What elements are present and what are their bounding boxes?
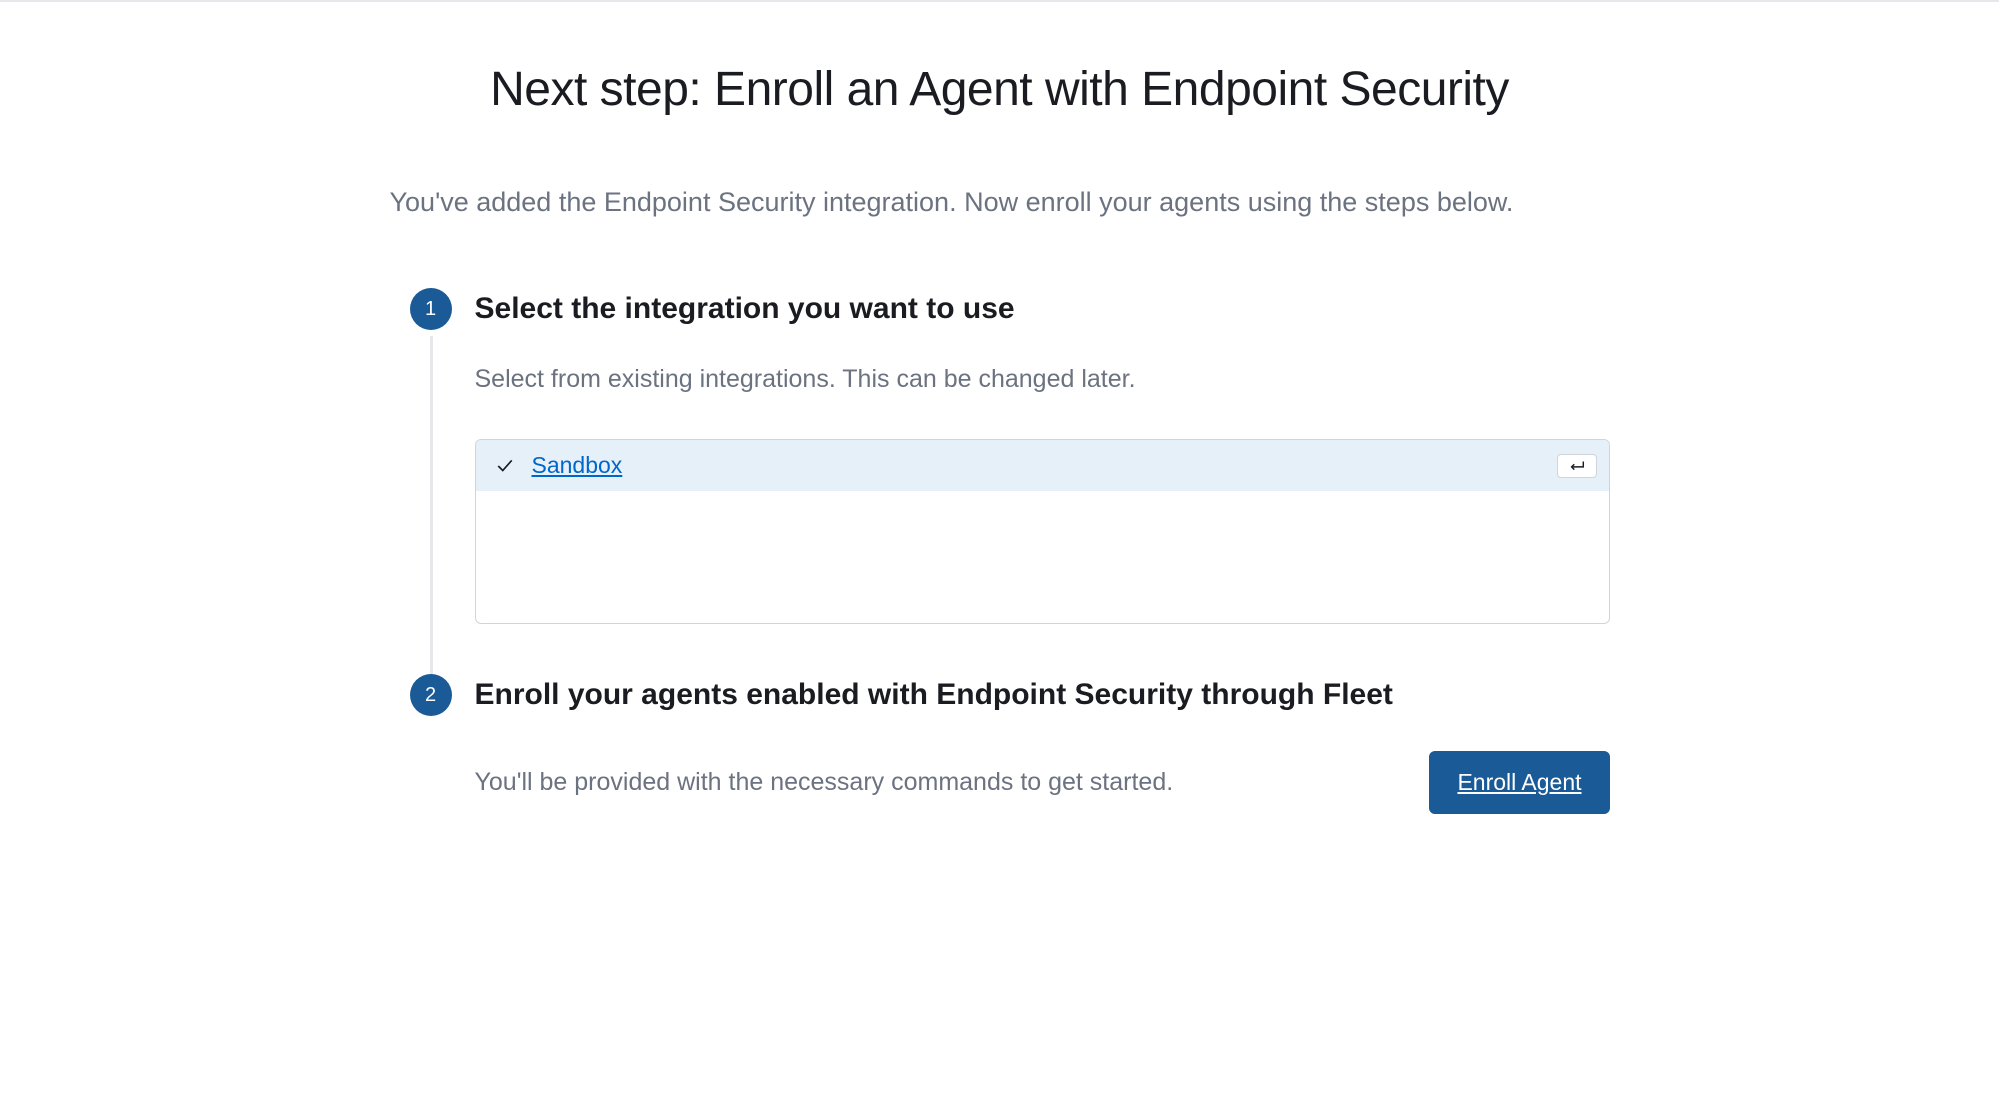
step-1: 1 Select the integration you want to use… [410, 288, 1610, 624]
step-1-description: Select from existing integrations. This … [475, 365, 1610, 394]
step-2: 2 Enroll your agents enabled with Endpoi… [410, 674, 1610, 814]
step-connector-line [430, 336, 433, 682]
enter-key-icon [1557, 454, 1597, 478]
step-1-title: Select the integration you want to use [475, 288, 1610, 330]
page-subtitle: You've added the Endpoint Security integ… [390, 187, 1610, 218]
step-1-number-badge: 1 [410, 288, 452, 330]
step-2-number-badge: 2 [410, 674, 452, 716]
main-container: Next step: Enroll an Agent with Endpoint… [350, 2, 1650, 924]
integration-option-label[interactable]: Sandbox [532, 452, 623, 479]
step-2-title: Enroll your agents enabled with Endpoint… [475, 674, 1610, 716]
integration-option-sandbox[interactable]: Sandbox [476, 440, 1609, 491]
page-title: Next step: Enroll an Agent with Endpoint… [390, 62, 1610, 117]
step-2-description: You'll be provided with the necessary co… [475, 768, 1400, 797]
integration-select-box[interactable]: Sandbox [475, 439, 1610, 624]
enroll-agent-button[interactable]: Enroll Agent [1429, 751, 1609, 814]
check-icon [496, 457, 514, 475]
step-2-action-row: You'll be provided with the necessary co… [475, 751, 1610, 814]
steps-container: 1 Select the integration you want to use… [390, 288, 1610, 814]
